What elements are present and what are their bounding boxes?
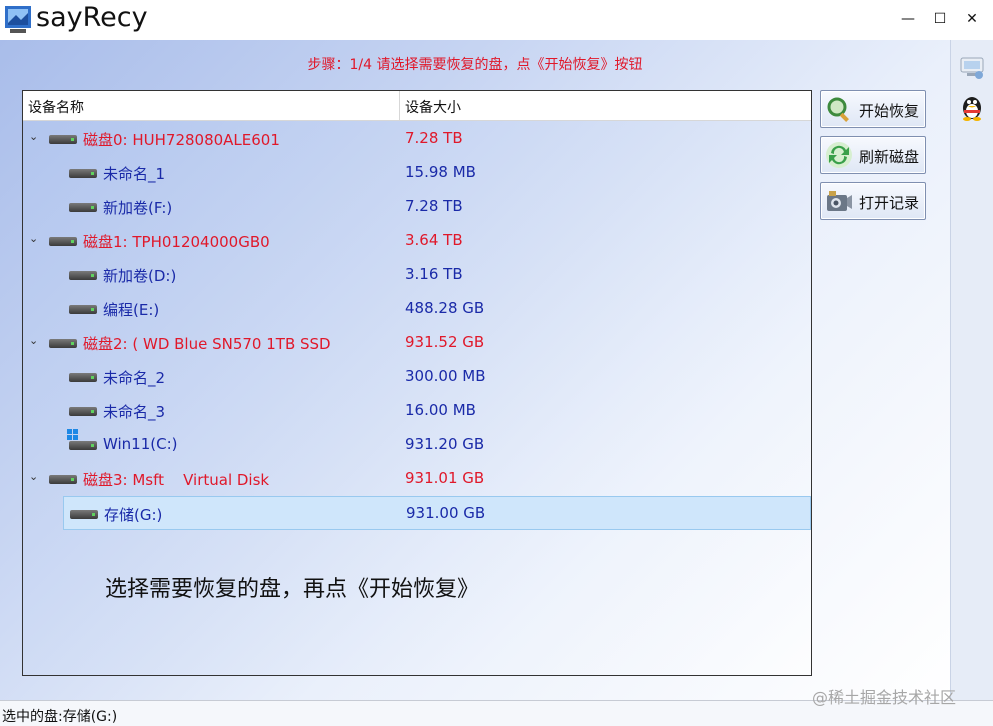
device-name: 未命名_1 bbox=[103, 165, 166, 183]
device-name: 磁盘1: TPH01204000GB0 bbox=[83, 233, 270, 251]
device-size: 7.28 TB bbox=[405, 129, 463, 147]
device-name: 磁盘0: HUH728080ALE601 bbox=[83, 131, 280, 149]
device-name: 编程(E:) bbox=[103, 301, 160, 319]
open-log-button[interactable]: 打开记录 bbox=[820, 182, 926, 220]
column-divider[interactable] bbox=[399, 91, 400, 121]
hard-drive-icon bbox=[69, 441, 97, 450]
device-name: 未命名_3 bbox=[103, 403, 166, 421]
refresh-disks-button[interactable]: 刷新磁盘 bbox=[820, 136, 926, 174]
hard-drive-icon bbox=[69, 203, 97, 212]
device-size: 3.16 TB bbox=[405, 265, 463, 283]
network-computer-icon[interactable] bbox=[957, 52, 987, 82]
open-log-label: 打开记录 bbox=[859, 194, 920, 212]
partition-row[interactable]: 未命名_2 300.00 MB bbox=[23, 360, 811, 394]
right-sidebar bbox=[950, 40, 993, 700]
hard-drive-icon bbox=[70, 510, 98, 519]
disk-row[interactable]: ⌄ 磁盘2: ( WD Blue SN570 1TB SSD 931.52 GB bbox=[23, 326, 811, 360]
windows-logo-icon bbox=[67, 429, 78, 440]
hard-drive-icon bbox=[69, 373, 97, 382]
close-button[interactable]: ✕ bbox=[955, 6, 989, 32]
disk-row[interactable]: ⌄ 磁盘0: HUH728080ALE601 7.28 TB bbox=[23, 122, 811, 156]
partition-row[interactable]: 编程(E:) 488.28 GB bbox=[23, 292, 811, 326]
hard-drive-icon bbox=[69, 305, 97, 314]
hard-drive-icon bbox=[49, 475, 77, 484]
device-size: 488.28 GB bbox=[405, 299, 485, 317]
partition-row[interactable]: 未命名_3 16.00 MB bbox=[23, 394, 811, 428]
device-name: 存储(G:) bbox=[104, 506, 163, 524]
maximize-button[interactable]: ☐ bbox=[923, 6, 957, 32]
device-size: 931.01 GB bbox=[405, 469, 485, 487]
start-recovery-button[interactable]: 开始恢复 bbox=[820, 90, 926, 128]
minimize-button[interactable]: — bbox=[891, 6, 925, 32]
refresh-disks-label: 刷新磁盘 bbox=[859, 148, 920, 166]
watermark: @稀土掘金技术社区 bbox=[812, 688, 957, 707]
qq-penguin-icon[interactable] bbox=[957, 92, 987, 122]
status-text: 选中的盘:存储(G:) bbox=[2, 709, 118, 725]
magnifier-icon bbox=[827, 97, 849, 122]
device-size: 931.52 GB bbox=[405, 333, 485, 351]
device-name: Win11(C:) bbox=[103, 435, 178, 453]
device-name: 新加卷(F:) bbox=[103, 199, 173, 217]
hard-drive-icon bbox=[49, 339, 77, 348]
hard-drive-icon bbox=[49, 135, 77, 144]
disk-row[interactable]: ⌄ 磁盘3: Msft Virtual Disk 931.01 GB bbox=[23, 462, 811, 496]
start-recovery-label: 开始恢复 bbox=[859, 102, 920, 120]
device-name: 磁盘2: ( WD Blue SN570 1TB SSD bbox=[83, 335, 331, 353]
device-size: 16.00 MB bbox=[405, 401, 476, 419]
partition-row[interactable]: 存储(G:) 931.00 GB bbox=[63, 496, 811, 530]
main-panel: 步骤：1/4 请选择需要恢复的盘，点《开始恢复》按钮 设备名称 设备大小 ⌄ 磁盘… bbox=[0, 40, 950, 700]
expand-chevron-icon[interactable]: ⌄ bbox=[29, 233, 41, 245]
step-instruction: 步骤：1/4 请选择需要恢复的盘，点《开始恢复》按钮 bbox=[307, 57, 643, 73]
column-header-name[interactable]: 设备名称 bbox=[28, 97, 84, 117]
app-logo-icon bbox=[5, 6, 31, 33]
app-title: sayRecy bbox=[36, 2, 148, 33]
disk-row[interactable]: ⌄ 磁盘1: TPH01204000GB0 3.64 TB bbox=[23, 224, 811, 258]
hint-text: 选择需要恢复的盘，再点《开始恢复》 bbox=[105, 577, 480, 602]
hard-drive-icon bbox=[69, 169, 97, 178]
device-size: 300.00 MB bbox=[405, 367, 486, 385]
device-size: 7.28 TB bbox=[405, 197, 463, 215]
partition-row[interactable]: 新加卷(F:) 7.28 TB bbox=[23, 190, 811, 224]
hard-drive-icon bbox=[69, 271, 97, 280]
hard-drive-icon bbox=[69, 407, 97, 416]
refresh-icon bbox=[826, 142, 852, 168]
device-size: 3.64 TB bbox=[405, 231, 463, 249]
device-name: 未命名_2 bbox=[103, 369, 166, 387]
device-size: 931.00 GB bbox=[406, 504, 486, 522]
column-header-size[interactable]: 设备大小 bbox=[405, 97, 461, 117]
camera-icon bbox=[827, 191, 852, 211]
expand-chevron-icon[interactable]: ⌄ bbox=[29, 335, 41, 347]
expand-chevron-icon[interactable]: ⌄ bbox=[29, 471, 41, 483]
hard-drive-icon bbox=[49, 237, 77, 246]
disk-tree[interactable]: 设备名称 设备大小 ⌄ 磁盘0: HUH728080ALE601 7.28 TB 未命… bbox=[22, 90, 812, 676]
expand-chevron-icon[interactable]: ⌄ bbox=[29, 131, 41, 143]
partition-row[interactable]: 新加卷(D:) 3.16 TB bbox=[23, 258, 811, 292]
partition-row[interactable]: 未命名_1 15.98 MB bbox=[23, 156, 811, 190]
device-name: 新加卷(D:) bbox=[103, 267, 177, 285]
tree-header: 设备名称 设备大小 bbox=[23, 91, 811, 121]
device-size: 931.20 GB bbox=[405, 435, 485, 453]
title-bar: sayRecy — ☐ ✕ bbox=[0, 0, 993, 40]
device-name: 磁盘3: Msft Virtual Disk bbox=[83, 471, 270, 489]
device-size: 15.98 MB bbox=[405, 163, 476, 181]
partition-row[interactable]: Win11(C:) 931.20 GB bbox=[23, 428, 811, 462]
